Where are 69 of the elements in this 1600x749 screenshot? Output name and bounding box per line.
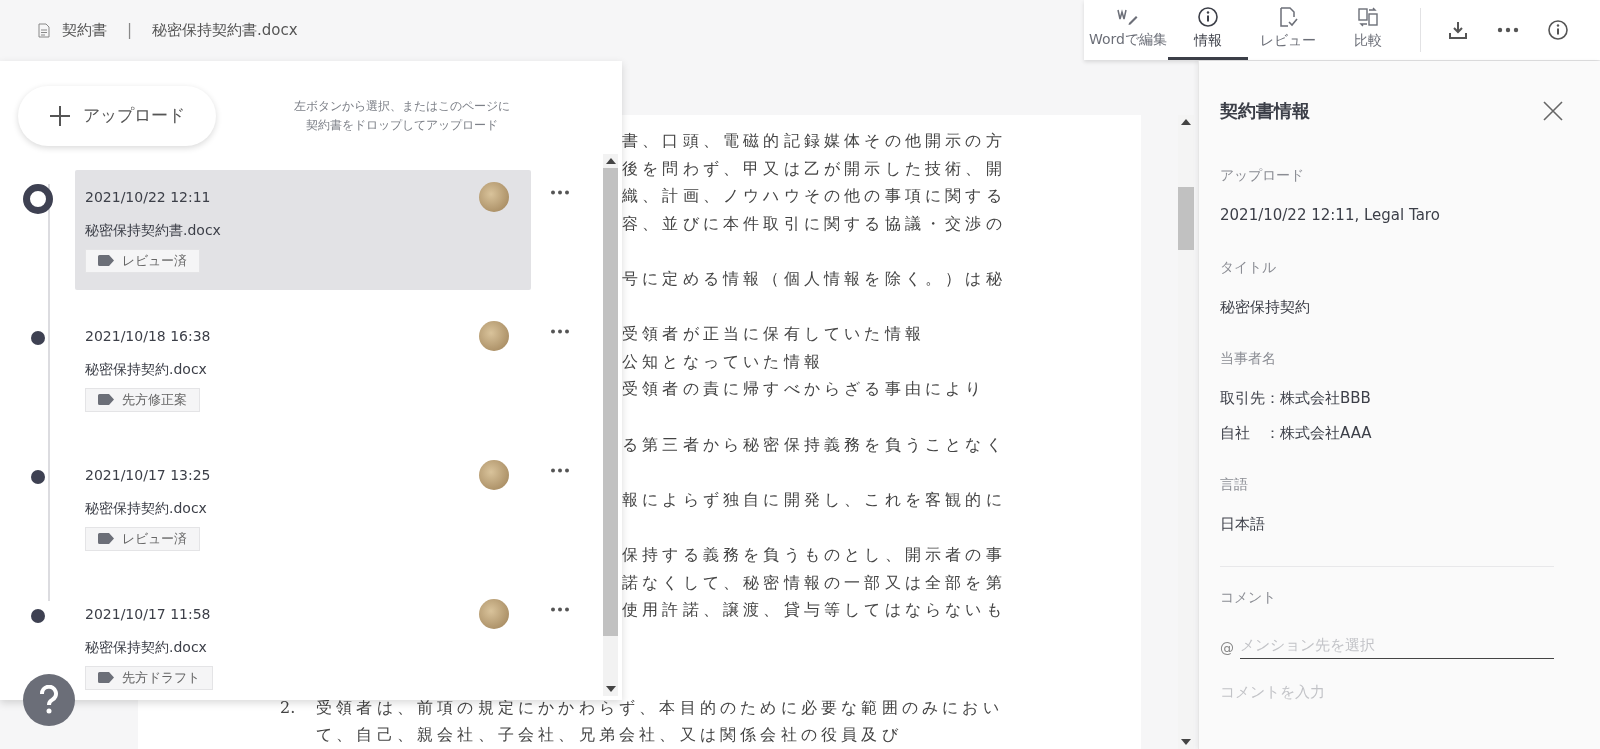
- document-text-line: 書、口頭、電磁的記録媒体その他開示の方: [622, 130, 1006, 152]
- version-tag: 先方修正案: [85, 388, 200, 412]
- document-text-line: 容、並びに本件取引に関する協議・交渉の: [622, 212, 1006, 235]
- document-text-line: 諾なくして、秘密情報の一部又は全部を第: [622, 571, 1006, 594]
- version-tag: レビュー済: [85, 527, 200, 551]
- document-text-line: 受領者は、前項の規定にかかわらず、本目的のために必要な範囲のみにおい: [316, 696, 1003, 719]
- document-check-icon: [1278, 6, 1298, 28]
- document-text-line: 受領者が正当に保有していた情報: [622, 323, 925, 346]
- question-mark-icon: [38, 685, 60, 715]
- version-date: 2021/10/22 12:11: [85, 187, 211, 207]
- field-label: 当事者名: [1220, 349, 1277, 368]
- document-text-line: 使用許諾、譲渡、貸与等してはならないも: [622, 599, 1006, 622]
- document-text-line: 号に定める情報（個人情報を除く。）は秘: [622, 267, 1006, 290]
- field-label: タイトル: [1220, 257, 1277, 277]
- version-card[interactable]: 2021/10/18 16:38 秘密保持契約.docx 先方修正案: [75, 309, 531, 429]
- field-value: 日本語: [1220, 514, 1266, 535]
- document-text-line: 受領者の責に帰すべからざる事由により: [622, 378, 986, 401]
- field-value: 秘密保持契約: [1220, 296, 1311, 318]
- upload-hint: 左ボタンから選択、またはこのページに 契約書をドロップしてアップロード: [294, 98, 510, 134]
- breadcrumb-current: 秘密保持契約書.docx: [152, 20, 298, 42]
- document-text-line: 報によらず独自に開発し、これを客観的に: [622, 488, 1006, 511]
- breadcrumb-separator: |: [127, 20, 133, 42]
- tag-icon: [98, 255, 114, 267]
- field-label: コメント: [1220, 587, 1277, 607]
- document-text-line: る第三者から秘密保持義務を負うことなく: [622, 433, 1006, 456]
- help-button[interactable]: [23, 674, 75, 726]
- plus-icon: [49, 105, 71, 127]
- info-icon: [1197, 6, 1219, 28]
- document-text-line: 織、計画、ノウハウその他の事項に関する: [622, 185, 1006, 208]
- field-value: 取引先：株式会社BBB: [1220, 388, 1372, 409]
- version-date: 2021/10/17 13:25: [85, 465, 211, 485]
- version-card[interactable]: 2021/10/17 13:25 秘密保持契約.docx レビュー済: [75, 448, 531, 568]
- list-number: 2.: [280, 696, 297, 719]
- compare-icon: [1357, 6, 1379, 28]
- field-value: 2021/10/22 12:11, Legal Taro: [1220, 205, 1441, 226]
- version-filename: 秘密保持契約.docx: [85, 499, 208, 518]
- tag-icon: [98, 533, 114, 545]
- version-tag: レビュー済: [85, 249, 200, 273]
- toolbar-tab[interactable]: Wordで編集: [1088, 0, 1168, 60]
- avatar-photo: [479, 599, 509, 629]
- version-filename: 秘密保持契約.docx: [85, 638, 208, 657]
- tag-icon: [98, 394, 114, 406]
- upload-button[interactable]: アップロード: [18, 86, 216, 146]
- toolbar-tab[interactable]: レビュー: [1248, 0, 1328, 60]
- field-label: 言語: [1220, 475, 1249, 494]
- document-icon: [38, 23, 50, 38]
- scrollbar[interactable]: [603, 154, 618, 696]
- field-value: 自社 ：株式会社AAA: [1220, 422, 1373, 444]
- panel-title: 契約書情報: [1220, 98, 1310, 123]
- version-tag: 先方ドラフト: [85, 666, 213, 690]
- version-filename: 秘密保持契約.docx: [85, 360, 208, 379]
- pen-icon: [1117, 7, 1139, 27]
- toolbar-tab[interactable]: 比較: [1328, 0, 1408, 60]
- version-date: 2021/10/17 11:58: [85, 604, 211, 624]
- at-sign-icon: @: [1220, 638, 1234, 659]
- document-text-line: 保持する義務を負うものとし、開示者の事: [622, 543, 1006, 566]
- document-text-line: 公知となっていた情報: [622, 350, 824, 373]
- breadcrumb-link[interactable]: 契約書: [62, 19, 107, 42]
- avatar-photo: [479, 460, 509, 490]
- avatar-photo: [479, 182, 509, 212]
- version-filename: 秘密保持契約書.docx: [85, 221, 222, 240]
- document-text-line: て、自己、親会社、子会社、兄弟会社、又は関係会社の役員及び: [316, 724, 902, 747]
- tag-icon: [98, 672, 114, 684]
- document-text-line: 後を問わず、甲又は乙が開示した技術、開: [622, 157, 1006, 180]
- field-label: アップロード: [1220, 166, 1305, 185]
- close-icon[interactable]: [1542, 98, 1564, 122]
- version-date: 2021/10/18 16:38: [85, 326, 211, 346]
- avatar-photo: [479, 321, 509, 351]
- version-card[interactable]: 2021/10/22 12:11 秘密保持契約書.docx レビュー済: [75, 170, 531, 290]
